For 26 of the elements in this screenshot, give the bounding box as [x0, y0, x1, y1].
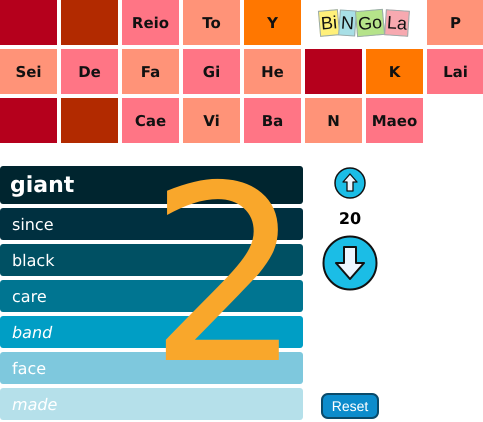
bingo-cell[interactable]: Maeo	[366, 98, 423, 143]
bingo-cell[interactable]: Cae	[122, 98, 179, 143]
bingo-cell[interactable]: P	[427, 0, 483, 45]
bingo-cell[interactable]: He	[244, 49, 301, 94]
bingo-cell[interactable]: De	[61, 49, 118, 94]
bingo-cell[interactable]: Ba	[244, 98, 301, 143]
bingo-cell[interactable]	[0, 98, 57, 143]
bingo-cell[interactable]: To	[183, 0, 240, 45]
bingo-cell[interactable]: Sei	[0, 49, 57, 94]
bingo-cell[interactable]	[0, 0, 57, 45]
bingo-cell[interactable]	[305, 49, 362, 94]
bingo-cell[interactable]: N	[305, 98, 362, 143]
reset-button[interactable]: Reset	[320, 393, 380, 419]
bingo-cell[interactable]: Y	[244, 0, 301, 45]
bingo-cell[interactable]	[61, 98, 118, 143]
bingo-cell[interactable]: Reio	[122, 0, 179, 45]
bingo-cell[interactable]: Fa	[122, 49, 179, 94]
logo-tile: Bi	[318, 8, 341, 36]
bingo-cell[interactable]: Lai	[427, 49, 483, 94]
logo-tile: La	[384, 8, 410, 36]
counter-value: 20	[338, 209, 362, 230]
bingo-cell[interactable]	[61, 0, 118, 45]
bingo-cell[interactable]: Vi	[183, 98, 240, 143]
bingo-cell[interactable]: Gi	[183, 49, 240, 94]
bingo-cell[interactable]: K	[366, 49, 423, 94]
logo-tile: Go	[355, 8, 386, 37]
